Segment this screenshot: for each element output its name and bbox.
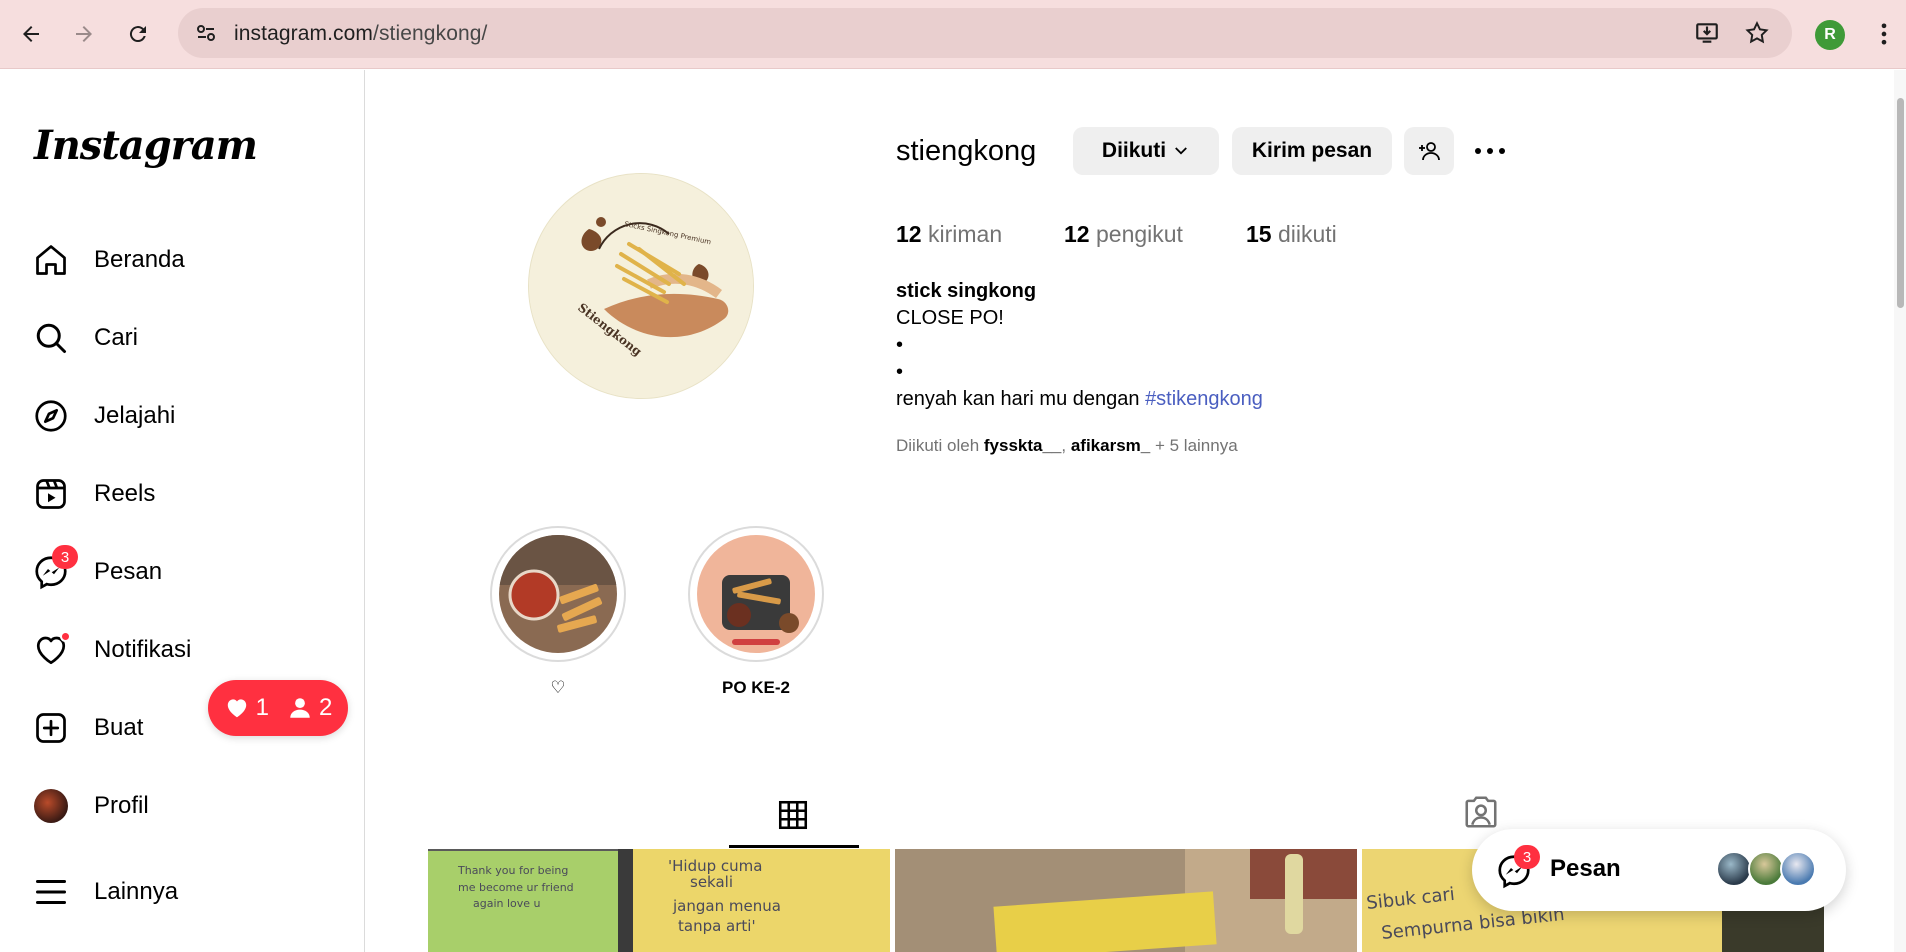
- svg-text:Thank you for being: Thank you for being: [457, 864, 568, 877]
- messages-count-badge: 3: [52, 545, 78, 569]
- compass-icon: [32, 397, 70, 435]
- profile-avatar-icon: [32, 787, 70, 825]
- browser-menu-icon[interactable]: [1870, 20, 1898, 48]
- svg-text:tanpa arti': tanpa arti': [678, 917, 756, 935]
- scrollbar-thumb[interactable]: [1897, 98, 1904, 308]
- reload-button[interactable]: [118, 14, 158, 54]
- home-icon: [32, 241, 70, 279]
- following-count[interactable]: 15 diikuti: [1246, 221, 1337, 248]
- post-thumbnail[interactable]: [895, 849, 1357, 952]
- sidebar-item-lainnya[interactable]: Lainnya: [32, 864, 342, 920]
- add-person-icon: [1419, 142, 1440, 161]
- followers-count[interactable]: 12 pengikut: [1064, 221, 1183, 248]
- story-highlight[interactable]: [490, 526, 626, 662]
- heart-filled-icon: [227, 699, 246, 718]
- browser-profile-avatar[interactable]: R: [1815, 20, 1845, 50]
- followed-by[interactable]: Diikuti oleh fyssktа__, afikarsm_ + 5 la…: [896, 436, 1238, 456]
- highlight-label: PO KE-2: [721, 678, 791, 697]
- search-icon: [32, 319, 70, 357]
- messages-floating-button[interactable]: 3 Pesan: [1472, 829, 1846, 911]
- bio-hashtag-link[interactable]: #stikengkong: [1145, 388, 1263, 410]
- notification-summary-pill[interactable]: 1 2: [208, 680, 348, 736]
- sidebar-item-profil[interactable]: Profil: [32, 778, 342, 834]
- bio-line: CLOSE PO!: [896, 307, 1004, 329]
- tagged-user-icon: [1465, 796, 1497, 828]
- avatar: [1748, 851, 1784, 887]
- bookmark-star-icon[interactable]: [1744, 20, 1770, 46]
- profile-picture[interactable]: Sticks Singkong Premium Stiengkong: [528, 173, 754, 399]
- profile-username: stiengkong: [896, 135, 1037, 167]
- sidebar: Instagram Beranda Cari Jelajahi Reels 3 …: [0, 70, 365, 952]
- arrow-left-icon: [23, 26, 39, 42]
- sidebar-item-reels[interactable]: Reels: [32, 466, 342, 522]
- sidebar-item-label: Cari: [94, 324, 139, 351]
- following-button[interactable]: Diikuti: [1073, 127, 1219, 175]
- sidebar-item-beranda[interactable]: Beranda: [32, 232, 342, 288]
- sidebar-item-label: Lainnya: [94, 878, 179, 905]
- suggested-users-button[interactable]: [1404, 127, 1454, 175]
- sidebar-item-label: Reels: [94, 480, 156, 507]
- sidebar-item-notifikasi[interactable]: Notifikasi: [32, 622, 342, 678]
- install-app-icon[interactable]: [1694, 20, 1720, 46]
- sidebar-item-jelajahi[interactable]: Jelajahi: [32, 388, 342, 444]
- reload-icon: [129, 26, 146, 43]
- svg-text:again love u: again love u: [473, 897, 541, 910]
- bio-line: •: [896, 361, 904, 383]
- arrow-right-icon: [76, 26, 92, 42]
- sidebar-item-label: Buat: [94, 714, 144, 741]
- person-filled-icon: [290, 698, 310, 718]
- sidebar-item-label: Jelajahi: [94, 402, 176, 429]
- sidebar-item-label: Beranda: [94, 246, 185, 273]
- post-thumbnail[interactable]: Thank you for being me become ur friend …: [428, 849, 890, 952]
- back-button[interactable]: [11, 14, 51, 54]
- story-highlight[interactable]: [688, 526, 824, 662]
- heart-icon: [32, 631, 71, 669]
- sidebar-item-label: Pesan: [94, 558, 163, 585]
- tab-tagged[interactable]: [1462, 793, 1500, 836]
- site-settings-icon[interactable]: [194, 21, 218, 45]
- tab-posts[interactable]: [729, 790, 859, 848]
- sidebar-item-label: Profil: [94, 792, 149, 819]
- notification-dot: [60, 631, 71, 642]
- svg-text:sekali: sekali: [690, 873, 733, 891]
- grid-icon: [778, 800, 808, 830]
- plus-square-icon: [32, 709, 70, 747]
- chevron-down-icon: [1175, 147, 1187, 155]
- svg-text:me become ur friend: me become ur friend: [458, 881, 574, 894]
- avatar: [1716, 851, 1752, 887]
- messages-count-badge: 3: [1514, 845, 1540, 869]
- stiengkong-logo: Sticks Singkong Premium Stiengkong: [529, 174, 753, 398]
- svg-text:jangan menua: jangan menua: [672, 897, 781, 915]
- more-options-icon[interactable]: [1472, 135, 1508, 167]
- url-text: instagram.com/stiengkong/: [234, 22, 488, 45]
- sidebar-item-label: Notifikasi: [94, 636, 192, 663]
- send-message-button[interactable]: Kirim pesan: [1232, 127, 1392, 175]
- menu-icon: [32, 873, 70, 911]
- highlight-label: ♡: [550, 678, 566, 697]
- sidebar-item-cari[interactable]: Cari: [32, 310, 342, 366]
- instagram-logo[interactable]: Instagram: [34, 122, 258, 169]
- avatar: [34, 789, 68, 823]
- likes-summary: 1: [224, 694, 269, 722]
- avatar: [1780, 851, 1816, 887]
- messages-label: Pesan: [1550, 855, 1621, 882]
- browser-toolbar: instagram.com/stiengkong/ R: [0, 0, 1906, 69]
- forward-button[interactable]: [64, 14, 104, 54]
- address-bar[interactable]: instagram.com/stiengkong/: [178, 8, 1792, 58]
- profile-full-name: stick singkong: [896, 280, 1037, 302]
- posts-count: 12 kiriman: [896, 221, 1003, 247]
- follows-summary: 2: [287, 694, 332, 722]
- messenger-icon: 3: [32, 545, 78, 591]
- sidebar-item-pesan[interactable]: 3 Pesan: [32, 544, 342, 600]
- page-scrollbar[interactable]: [1894, 70, 1906, 952]
- bio-line: renyah kan hari mu dengan #stikengkong: [896, 388, 1263, 410]
- highlight-cover: [697, 535, 815, 653]
- highlight-cover: [499, 535, 617, 653]
- reels-icon: [32, 475, 70, 513]
- bio-line: •: [896, 334, 904, 356]
